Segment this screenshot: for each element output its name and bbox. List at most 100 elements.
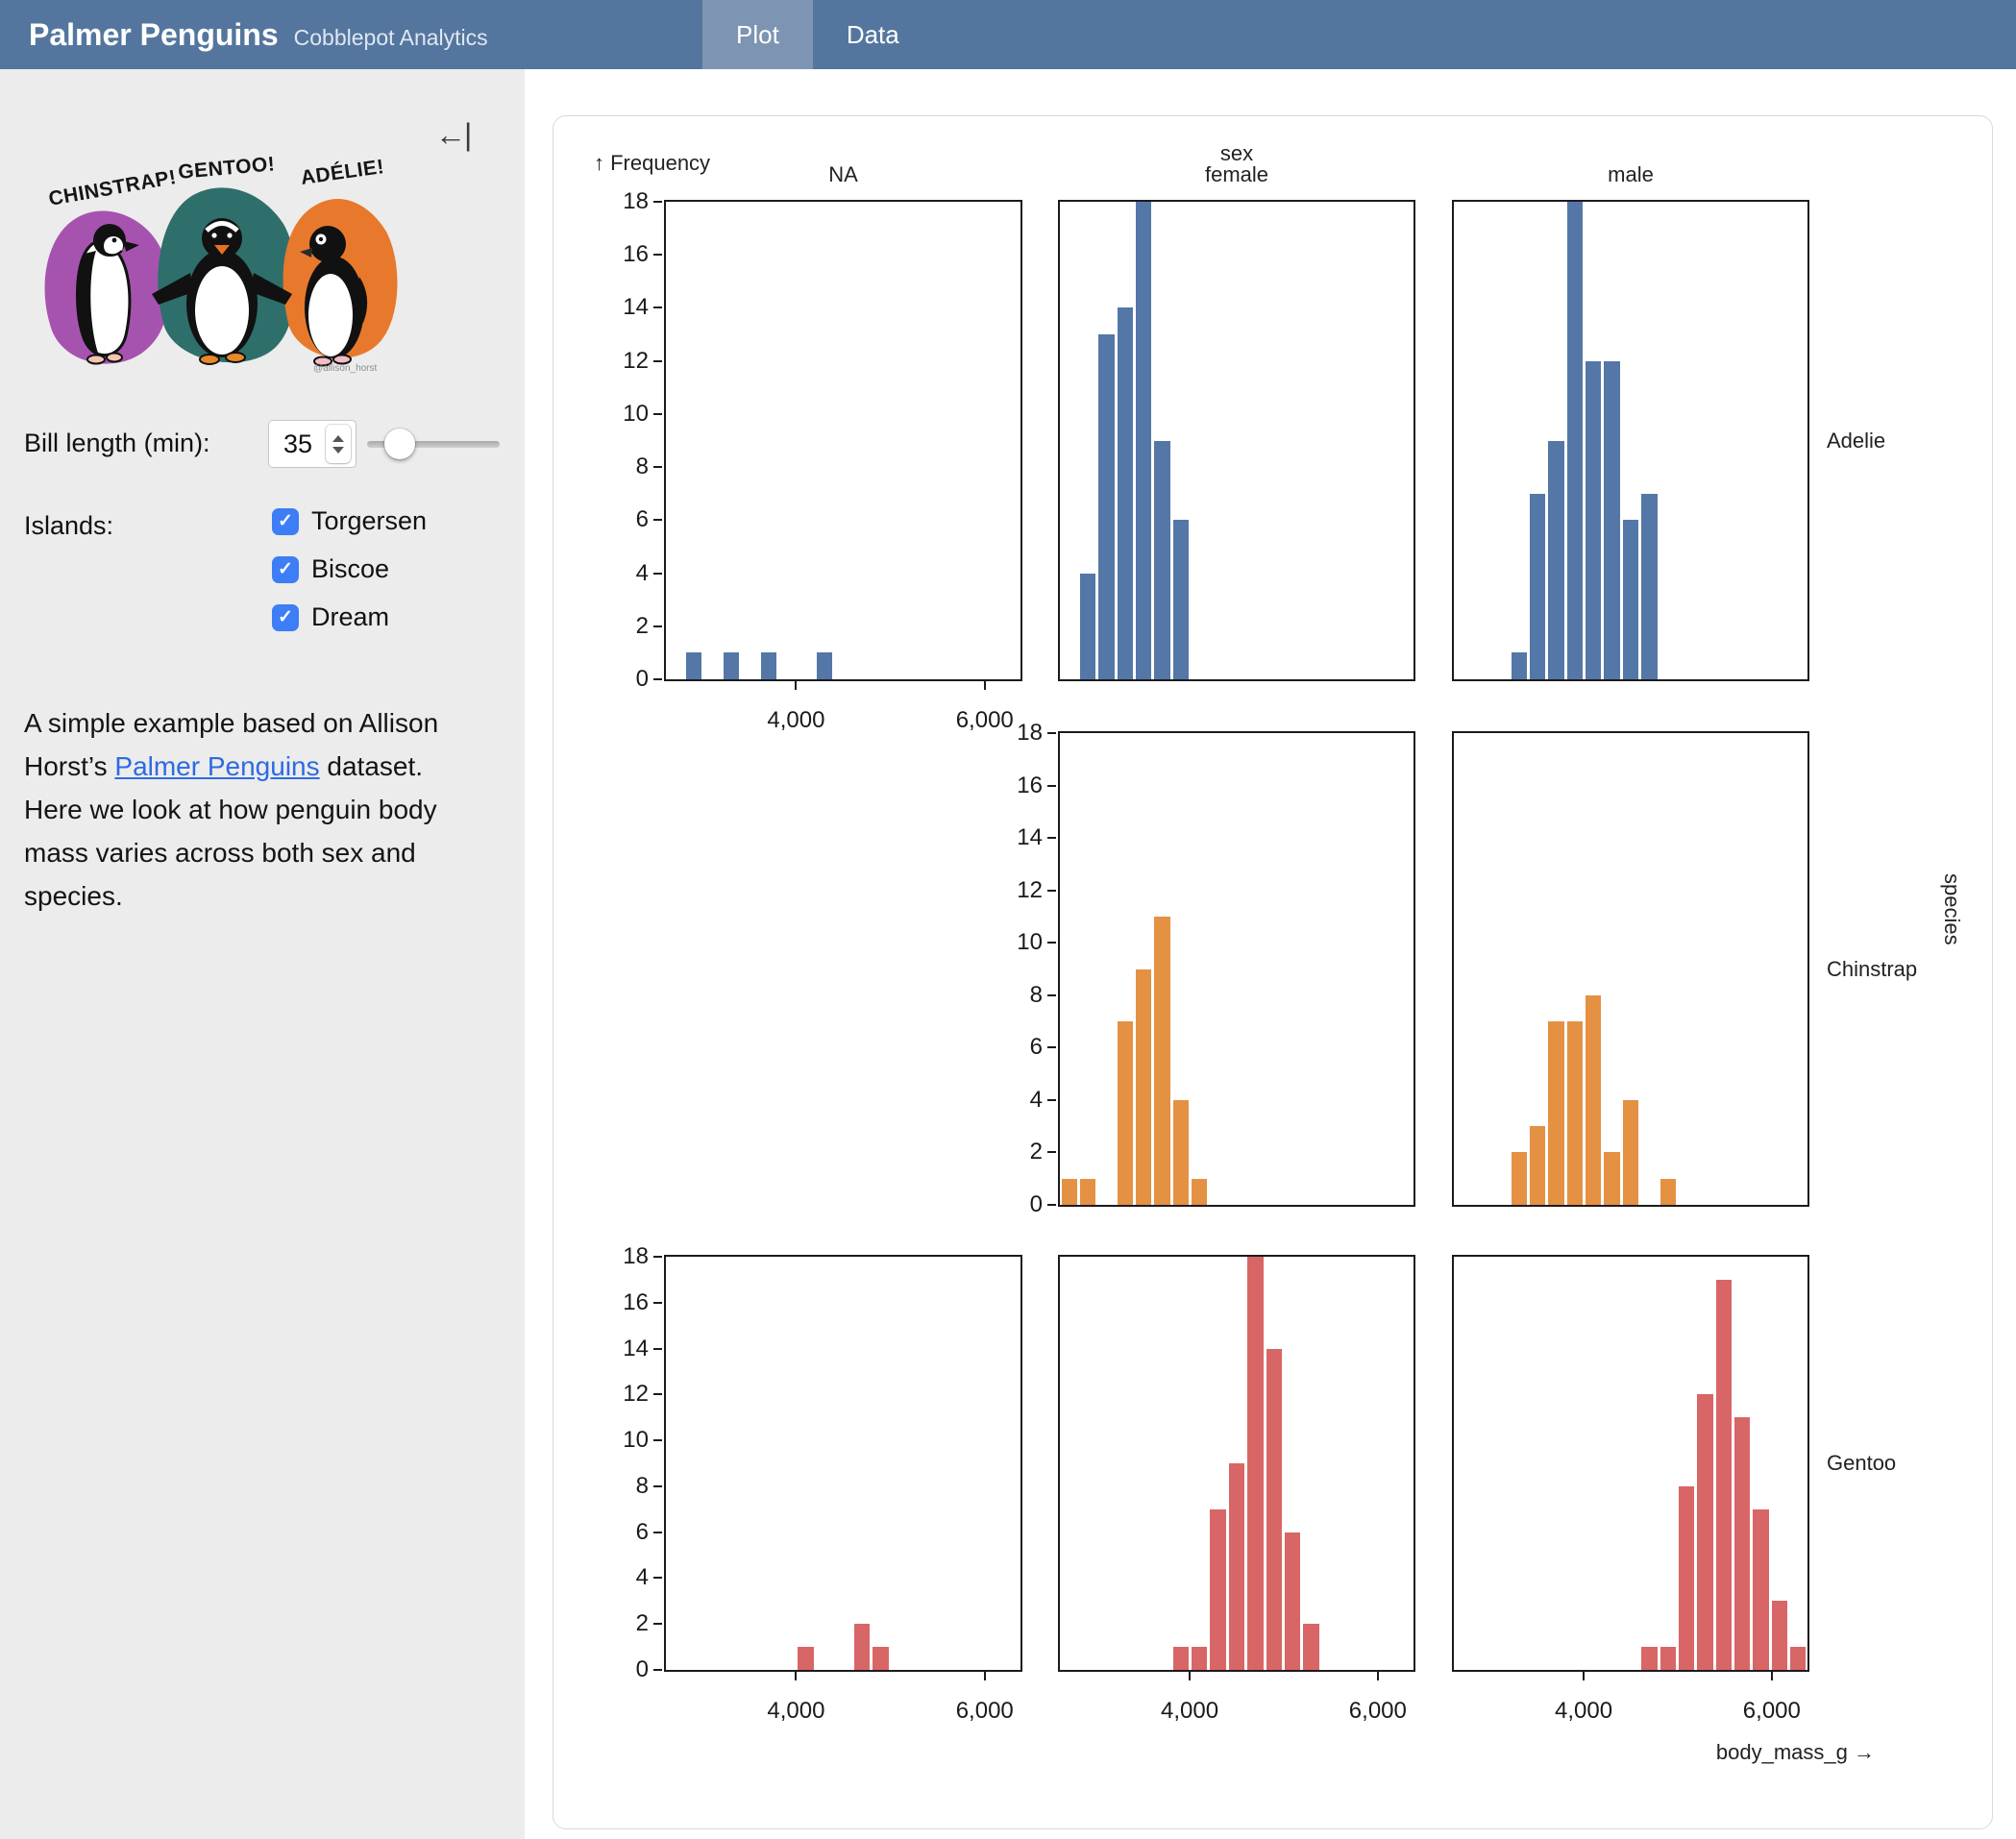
y-tick-label: 16 <box>975 772 1043 799</box>
col-header-female: female <box>1205 162 1268 187</box>
x-tick-label: 6,000 <box>1743 1698 1801 1725</box>
y-tick-label: 18 <box>581 1243 649 1270</box>
y-tick-label: 10 <box>581 1427 649 1454</box>
x-tick-label: 4,000 <box>767 707 824 734</box>
histogram-bar <box>1512 1152 1527 1205</box>
facet-gentoo-male <box>1452 1255 1809 1672</box>
y-tick-label: 18 <box>975 720 1043 747</box>
checkbox-label: Torgersen <box>311 506 427 536</box>
histogram-bar <box>1660 1179 1676 1205</box>
y-tick-label: 6 <box>581 1519 649 1546</box>
histogram-bar <box>1173 520 1189 679</box>
y-tick-label: 12 <box>581 348 649 375</box>
histogram-bar <box>1136 202 1151 679</box>
y-tick-label: 2 <box>581 613 649 640</box>
histogram-bar <box>1530 494 1545 679</box>
x-tick-label: 6,000 <box>1349 1698 1407 1725</box>
bill-length-slider[interactable] <box>367 426 500 462</box>
histogram-bar <box>1118 1021 1133 1205</box>
y-tick-label: 16 <box>581 241 649 268</box>
y-tick-label: 12 <box>975 877 1043 904</box>
checkbox-biscoe[interactable]: ✓ <box>272 556 299 583</box>
facet-chinstrap-female <box>1058 731 1415 1207</box>
bill-length-stepper[interactable] <box>326 425 351 463</box>
histogram-bar <box>1586 361 1601 679</box>
histogram-bar <box>1623 520 1638 679</box>
checkbox-row-torgersen[interactable]: ✓ Torgersen <box>272 506 427 536</box>
histogram-bar <box>1772 1601 1787 1670</box>
y-tick-label: 8 <box>581 1473 649 1500</box>
histogram-bar <box>1210 1509 1225 1670</box>
facet-chinstrap-male <box>1452 731 1809 1207</box>
facet-adelie-na <box>664 200 1022 681</box>
checkbox-torgersen[interactable]: ✓ <box>272 508 299 535</box>
histogram-bar <box>1285 1532 1300 1670</box>
y-tick-label: 8 <box>975 982 1043 1009</box>
x-tick-label: 4,000 <box>1555 1698 1612 1725</box>
y-tick-label: 10 <box>581 401 649 428</box>
facet-adelie-male <box>1452 200 1809 681</box>
islands-label: Islands: <box>24 511 113 541</box>
histogram-bar <box>1623 1100 1638 1205</box>
y-tick-label: 2 <box>975 1139 1043 1165</box>
plot-canvas: ↑ FrequencysexNAfemalemaleAdelieChinstra… <box>553 116 1994 1830</box>
x-tick-label: 6,000 <box>956 1698 1014 1725</box>
histogram-bar <box>1567 202 1583 679</box>
nav-tabs: Plot Data <box>702 0 933 69</box>
histogram-bar <box>1604 361 1619 679</box>
histogram-bar <box>873 1647 888 1670</box>
checkbox-row-biscoe[interactable]: ✓ Biscoe <box>272 554 427 584</box>
islands-checkbox-group: ✓ Torgersen ✓ Biscoe ✓ Dream <box>272 506 427 650</box>
histogram-bar <box>1641 1647 1657 1670</box>
collapse-sidebar-icon[interactable]: ←| <box>435 117 470 153</box>
histogram-bar <box>1154 917 1169 1205</box>
gentoo-label: GENTOO! <box>177 153 276 184</box>
histogram-bar <box>1548 1021 1563 1205</box>
stepper-up-icon[interactable] <box>332 435 344 442</box>
histogram-bar <box>724 652 739 679</box>
y-tick-label: 12 <box>581 1381 649 1408</box>
y-tick-label: 10 <box>975 929 1043 956</box>
checkbox-dream[interactable]: ✓ <box>272 604 299 631</box>
app-header: Palmer Penguins Cobblepot Analytics Plot… <box>0 0 2016 69</box>
row-label-chinstrap: Chinstrap <box>1827 957 1917 982</box>
y-tick-label: 2 <box>581 1610 649 1637</box>
histogram-bar <box>1136 969 1151 1206</box>
histogram-bar <box>1512 652 1527 679</box>
histogram-bar <box>1548 441 1563 680</box>
tab-plot[interactable]: Plot <box>702 0 813 69</box>
palmer-penguins-link[interactable]: Palmer Penguins <box>114 751 319 781</box>
penguin-artwork: CHINSTRAP! GENTOO! ADÉLIE! @allison_hors… <box>25 142 404 377</box>
app-subtitle: Cobblepot Analytics <box>294 25 488 51</box>
histogram-bar <box>686 652 701 679</box>
bill-length-value[interactable]: 35 <box>283 429 326 459</box>
slider-handle[interactable] <box>384 429 415 459</box>
y-tick-label: 6 <box>975 1034 1043 1061</box>
histogram-bar <box>1266 1349 1282 1670</box>
checkbox-row-dream[interactable]: ✓ Dream <box>272 602 427 632</box>
y-tick-label: 14 <box>581 294 649 321</box>
species-axis-label: species <box>1939 873 1964 945</box>
col-header-na: NA <box>828 162 858 187</box>
chinstrap-label: CHINSTRAP! <box>47 166 178 210</box>
histogram-bar <box>1080 1179 1095 1205</box>
histogram-bar <box>1586 995 1601 1205</box>
y-tick-label: 4 <box>581 560 649 587</box>
plot-card: ↑ FrequencysexNAfemalemaleAdelieChinstra… <box>553 115 1993 1829</box>
histogram-bar <box>1192 1179 1207 1205</box>
tab-data[interactable]: Data <box>813 0 933 69</box>
histogram-bar <box>1790 1647 1806 1670</box>
histogram-bar <box>1716 1280 1732 1670</box>
histogram-bar <box>1604 1152 1619 1205</box>
bill-length-input[interactable]: 35 <box>268 420 356 468</box>
histogram-bar <box>1753 1509 1768 1670</box>
histogram-bar <box>1154 441 1169 680</box>
histogram-bar <box>854 1624 870 1670</box>
histogram-bar <box>1247 1257 1263 1670</box>
histogram-bar <box>761 652 776 679</box>
stepper-down-icon[interactable] <box>332 447 344 454</box>
row-label-gentoo: Gentoo <box>1827 1451 1896 1476</box>
histogram-bar <box>1303 1624 1318 1670</box>
facet-gentoo-female <box>1058 1255 1415 1672</box>
y-tick-label: 14 <box>975 824 1043 851</box>
